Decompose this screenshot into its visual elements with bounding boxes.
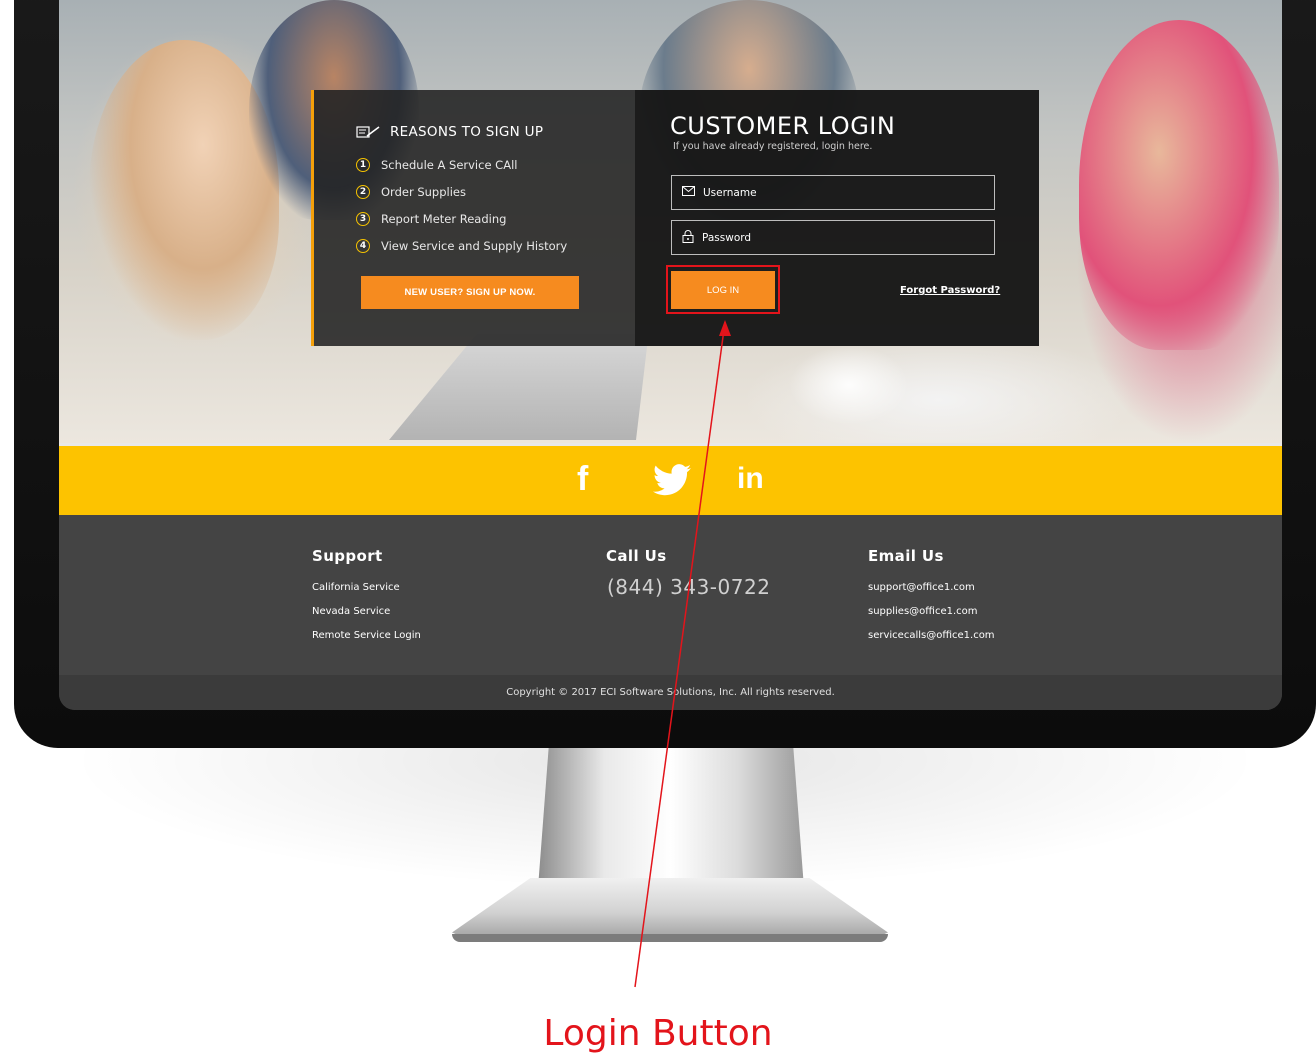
- copyright-text: Copyright © 2017 ECI Software Solutions,…: [506, 687, 835, 698]
- username-placeholder: Username: [703, 186, 757, 199]
- login-button-highlight: [666, 265, 780, 314]
- reasons-heading: REASONS TO SIGN UP: [356, 124, 543, 140]
- signup-pen-icon: [356, 125, 380, 139]
- reason-label: View Service and Supply History: [381, 239, 568, 253]
- twitter-icon[interactable]: [653, 464, 691, 501]
- linkedin-icon[interactable]: in: [737, 462, 764, 496]
- facebook-icon[interactable]: f: [577, 460, 588, 499]
- forgot-password-link[interactable]: Forgot Password?: [900, 285, 1000, 296]
- copyright-bar: Copyright © 2017 ECI Software Solutions,…: [59, 675, 1282, 710]
- number-badge-icon: 4: [356, 239, 370, 253]
- nevada-service-link[interactable]: Nevada Service: [312, 606, 390, 617]
- reasons-heading-text: REASONS TO SIGN UP: [390, 124, 544, 140]
- monitor-stand-base: [452, 878, 888, 940]
- reason-item: 1 Schedule A Service CAll: [356, 158, 517, 172]
- remote-service-login-link[interactable]: Remote Service Login: [312, 630, 421, 641]
- support-email-link[interactable]: support@office1.com: [868, 582, 975, 593]
- reason-label: Schedule A Service CAll: [381, 158, 518, 172]
- photo-laptop: [389, 330, 649, 440]
- password-placeholder: Password: [702, 231, 752, 244]
- login-title: CUSTOMER LOGIN: [670, 112, 896, 140]
- username-field[interactable]: Username: [671, 175, 995, 210]
- lock-icon: [682, 229, 694, 246]
- login-subtitle: If you have already registered, login he…: [673, 141, 873, 152]
- reason-label: Report Meter Reading: [381, 212, 507, 226]
- envelope-icon: [682, 186, 695, 199]
- monitor-stand-neck: [538, 748, 804, 888]
- number-badge-icon: 3: [356, 212, 370, 226]
- monitor-screen: REASONS TO SIGN UP 1 Schedule A Service …: [59, 0, 1282, 710]
- password-field[interactable]: Password: [671, 220, 995, 255]
- annotation-label: Login Button: [543, 1013, 773, 1054]
- reason-item: 2 Order Supplies: [356, 185, 466, 199]
- hero-photo: REASONS TO SIGN UP 1 Schedule A Service …: [59, 0, 1282, 443]
- signup-button[interactable]: NEW USER? SIGN UP NOW.: [361, 276, 579, 309]
- email-us-heading: Email Us: [868, 547, 944, 565]
- monitor-stand-edge: [452, 934, 888, 942]
- site-footer: Support California Service Nevada Servic…: [59, 515, 1282, 675]
- california-service-link[interactable]: California Service: [312, 582, 400, 593]
- photo-person-right: [1079, 20, 1279, 350]
- phone-number[interactable]: (844) 343-0722: [607, 575, 770, 599]
- servicecalls-email-link[interactable]: servicecalls@office1.com: [868, 630, 995, 641]
- reason-item: 3 Report Meter Reading: [356, 212, 506, 226]
- number-badge-icon: 2: [356, 185, 370, 199]
- reason-label: Order Supplies: [381, 185, 466, 199]
- panel-accent-bar: [311, 90, 314, 346]
- reason-item: 4 View Service and Supply History: [356, 239, 567, 253]
- number-badge-icon: 1: [356, 158, 370, 172]
- photo-glasses: [789, 345, 909, 425]
- call-us-heading: Call Us: [606, 547, 667, 565]
- supplies-email-link[interactable]: supplies@office1.com: [868, 606, 978, 617]
- support-heading: Support: [312, 547, 383, 565]
- social-bar: f in: [59, 443, 1282, 515]
